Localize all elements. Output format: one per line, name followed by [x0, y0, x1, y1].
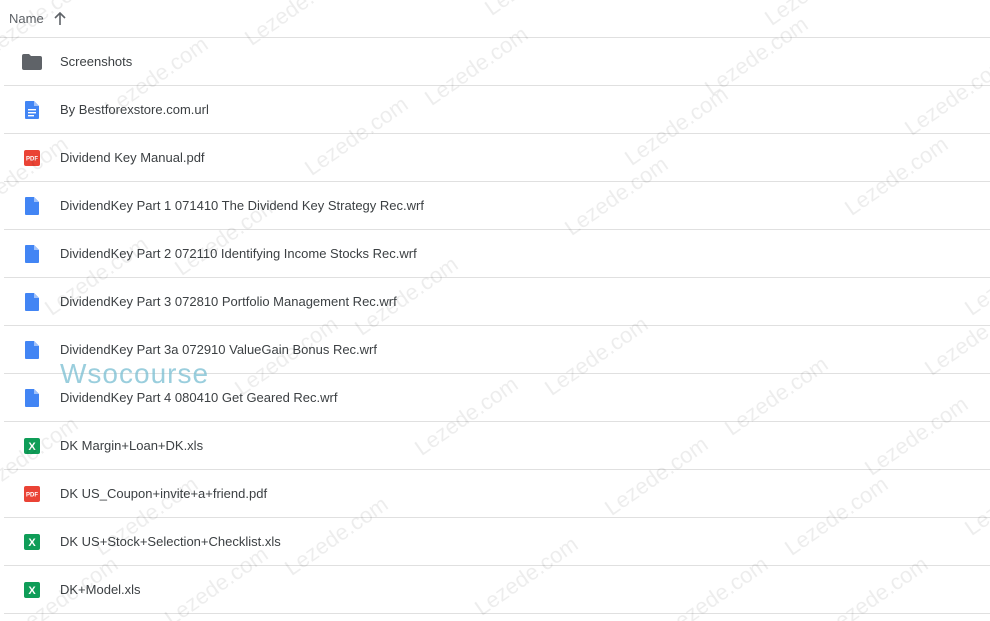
file-name: DividendKey Part 4 080410 Get Geared Rec… [60, 390, 338, 405]
file-row[interactable]: By Bestforexstore.com.url [4, 86, 990, 134]
file-row[interactable]: DividendKey Part 3 072810 Portfolio Mana… [4, 278, 990, 326]
file-row[interactable]: PDF Dividend Key Manual.pdf [4, 134, 990, 182]
file-row[interactable]: X DK US+Stock+Selection+Checklist.xls [4, 518, 990, 566]
column-header: Name [0, 0, 990, 38]
file-icon [22, 292, 42, 312]
file-row[interactable]: PDF DK US_Coupon+invite+a+friend.pdf [4, 470, 990, 518]
document-icon [22, 100, 42, 120]
file-icon [22, 340, 42, 360]
svg-text:X: X [28, 585, 36, 597]
file-name: DK Margin+Loan+DK.xls [60, 438, 204, 453]
file-row[interactable]: DividendKey Part 4 080410 Get Geared Rec… [4, 374, 990, 422]
svg-text:X: X [28, 441, 36, 453]
file-name: DividendKey Part 3 072810 Portfolio Mana… [60, 294, 397, 309]
file-row[interactable]: X DK Margin+Loan+DK.xls [4, 422, 990, 470]
svg-text:PDF: PDF [26, 156, 38, 162]
file-name: Screenshots [60, 54, 133, 69]
file-list: Screenshots By Bestforexstore.com.url PDF D… [0, 38, 990, 614]
file-row[interactable]: DividendKey Part 3a 072910 ValueGain Bon… [4, 326, 990, 374]
name-column-header[interactable]: Name [9, 11, 44, 26]
file-name: DK+Model.xls [60, 582, 141, 597]
folder-icon [22, 52, 42, 72]
spreadsheet-icon: X [22, 532, 42, 552]
svg-text:X: X [28, 537, 36, 549]
svg-text:PDF: PDF [26, 492, 38, 498]
file-row[interactable]: DividendKey Part 2 072110 Identifying In… [4, 230, 990, 278]
file-row[interactable]: DividendKey Part 1 071410 The Dividend K… [4, 182, 990, 230]
file-icon [22, 244, 42, 264]
file-icon [22, 388, 42, 408]
file-name: DK US+Stock+Selection+Checklist.xls [60, 534, 281, 549]
file-row[interactable]: X DK+Model.xls [4, 566, 990, 614]
file-name: DividendKey Part 2 072110 Identifying In… [60, 246, 417, 261]
pdf-icon: PDF [22, 484, 42, 504]
file-row[interactable]: Screenshots [4, 38, 990, 86]
file-name: DK US_Coupon+invite+a+friend.pdf [60, 486, 268, 501]
file-icon [22, 196, 42, 216]
file-list-page: Name Screenshots By Bestforexstore.com.ur… [0, 0, 990, 621]
file-name: DividendKey Part 1 071410 The Dividend K… [60, 198, 424, 213]
file-name: Dividend Key Manual.pdf [60, 150, 205, 165]
file-name: By Bestforexstore.com.url [60, 102, 209, 117]
spreadsheet-icon: X [22, 580, 42, 600]
file-name: DividendKey Part 3a 072910 ValueGain Bon… [60, 342, 378, 357]
arrow-up-icon[interactable] [52, 11, 68, 27]
pdf-icon: PDF [22, 148, 42, 168]
spreadsheet-icon: X [22, 436, 42, 456]
